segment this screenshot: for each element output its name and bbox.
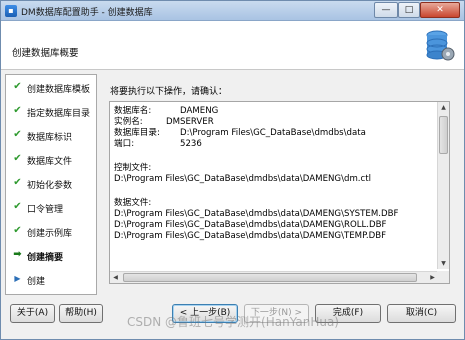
control-file-path: D:\Program Files\GC_DataBase\dmdbs\data\… [114, 174, 372, 184]
step-item: ✔ 初始化参数 [6, 175, 96, 191]
title-bar[interactable]: ▪ DM数据库配置助手 - 创建数据库 — □ ✕ [1, 1, 464, 21]
field-value: D:\Program Files\GC_DataBase\dmdbs\data [180, 128, 366, 138]
watermark-text: CSDN @鲁班七号学测开(HanYanHua) [127, 315, 339, 329]
cancel-button[interactable]: 取消(C) [387, 304, 456, 323]
scroll-up-icon[interactable]: ▲ [438, 102, 449, 113]
field-value: 5236 [180, 139, 202, 149]
control-file-label: 控制文件: [114, 163, 152, 173]
app-icon: ▪ [5, 5, 17, 17]
check-icon: ✔ [13, 129, 22, 140]
maximize-button[interactable]: □ [398, 2, 420, 18]
step-label: 数据库文件 [27, 157, 73, 167]
about-button[interactable]: 关于(A) [10, 304, 55, 323]
step-label: 创建 [27, 277, 46, 287]
scroll-corner [437, 271, 449, 283]
steps-sidebar: ✔ 创建数据库模板 ✔ 指定数据库目录 ✔ 数据库标识 ✔ 数据库文件 ✔ 初始… [5, 74, 97, 295]
page-title: 创建数据库概要 [12, 48, 79, 59]
step-item: ✔ 创建示例库 [6, 223, 96, 239]
step-item: ✔ 口令管理 [6, 199, 96, 215]
step-item: ✔ 指定数据库目录 [6, 103, 96, 119]
help-button[interactable]: 帮助(H) [59, 304, 103, 323]
field-key: 端口: [114, 139, 135, 149]
data-file-path: D:\Program Files\GC_DataBase\dmdbs\data\… [114, 231, 387, 241]
window-title: DM数据库配置助手 - 创建数据库 [21, 8, 153, 18]
check-icon: ✔ [13, 105, 22, 116]
check-icon: ✔ [13, 201, 22, 212]
field-value: DMSERVER [166, 117, 214, 127]
minimize-button[interactable]: — [374, 2, 398, 18]
summary-content: 数据库名: DAMENG 实例名: DMSERVER 数据库目录: D:\Pro… [114, 104, 434, 264]
step-item-current: ➡ 创建摘要 [6, 247, 96, 263]
step-label: 数据库标识 [27, 133, 73, 143]
step-label: 创建示例库 [27, 229, 73, 239]
triangle-right-icon: ▶ [14, 274, 21, 283]
scroll-down-icon[interactable]: ▼ [438, 258, 449, 269]
step-item: ✔ 创建数据库模板 [6, 79, 96, 95]
check-icon: ✔ [13, 153, 22, 164]
step-item: ▶ 创建 [6, 271, 96, 287]
step-item: ✔ 数据库标识 [6, 127, 96, 143]
scroll-left-icon[interactable]: ◀ [110, 272, 121, 283]
step-label: 指定数据库目录 [27, 109, 91, 119]
dialog-window: ▪ DM数据库配置助手 - 创建数据库 — □ ✕ 创建数据库概要 ✔ 创建数据… [0, 0, 465, 340]
field-key: 数据库名: [114, 106, 152, 116]
summary-textbox[interactable]: 数据库名: DAMENG 实例名: DMSERVER 数据库目录: D:\Pro… [109, 101, 450, 284]
vertical-scrollbar[interactable]: ▲ ▼ [437, 102, 449, 269]
main-content: 将要执行以下操作，请确认： 数据库名: DAMENG 实例名: DMSERVER… [101, 74, 459, 295]
data-file-path: D:\Program Files\GC_DataBase\dmdbs\data\… [114, 220, 387, 230]
field-key: 实例名: [114, 117, 143, 127]
step-label: 口令管理 [27, 205, 64, 215]
step-label: 初始化参数 [27, 181, 73, 191]
data-file-path: D:\Program Files\GC_DataBase\dmdbs\data\… [114, 209, 399, 219]
check-icon: ✔ [13, 81, 22, 92]
database-icon [426, 30, 455, 61]
horizontal-scroll-thumb[interactable] [123, 273, 417, 282]
close-button[interactable]: ✕ [420, 2, 460, 18]
step-label: 创建摘要 [27, 253, 64, 263]
data-files-label: 数据文件: [114, 198, 152, 208]
field-value: DAMENG [180, 106, 219, 116]
header-banner: 创建数据库概要 [1, 21, 464, 70]
intro-text: 将要执行以下操作，请确认： [110, 87, 228, 97]
step-label: 创建数据库模板 [27, 85, 91, 95]
field-key: 数据库目录: [114, 128, 160, 138]
horizontal-scrollbar[interactable]: ◀ ▶ [110, 271, 438, 283]
check-icon: ✔ [13, 177, 22, 188]
vertical-scroll-thumb[interactable] [439, 116, 448, 154]
step-item: ✔ 数据库文件 [6, 151, 96, 167]
check-icon: ✔ [13, 225, 22, 236]
arrow-right-icon: ➡ [13, 249, 22, 260]
